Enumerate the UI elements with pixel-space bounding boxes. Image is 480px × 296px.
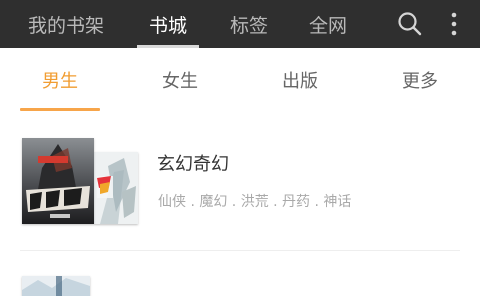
- category-title: 玄幻奇幻: [157, 154, 229, 175]
- category-tags: 仙侠 . 魔幻 . 洪荒 . 丹药 . 神话: [158, 194, 352, 210]
- more-menu-button[interactable]: [440, 0, 468, 48]
- book-cover-image-next: [22, 276, 90, 296]
- top-tab-bookstore[interactable]: 书城: [137, 0, 199, 48]
- search-icon: [398, 12, 422, 36]
- more-vert-icon: [451, 12, 457, 36]
- book-cover-image-front: [22, 138, 94, 224]
- top-tab-tags[interactable]: 标签: [218, 0, 280, 48]
- top-tab-all-network[interactable]: 全网: [297, 0, 359, 48]
- tab-published[interactable]: 出版: [260, 48, 340, 112]
- book-cover-image: [94, 152, 138, 224]
- category-tab-active-indicator: [20, 108, 100, 111]
- tab-more[interactable]: 更多: [380, 48, 460, 112]
- tab-male[interactable]: 男生: [20, 48, 100, 112]
- top-tab-bookshelf[interactable]: 我的书架: [20, 0, 112, 48]
- category-tab-bar: 男生 女生 出版 更多: [0, 48, 480, 112]
- tab-female[interactable]: 女生: [140, 48, 220, 112]
- search-button[interactable]: [393, 0, 427, 48]
- top-nav-bar: 我的书架 书城 标签 全网: [0, 0, 480, 48]
